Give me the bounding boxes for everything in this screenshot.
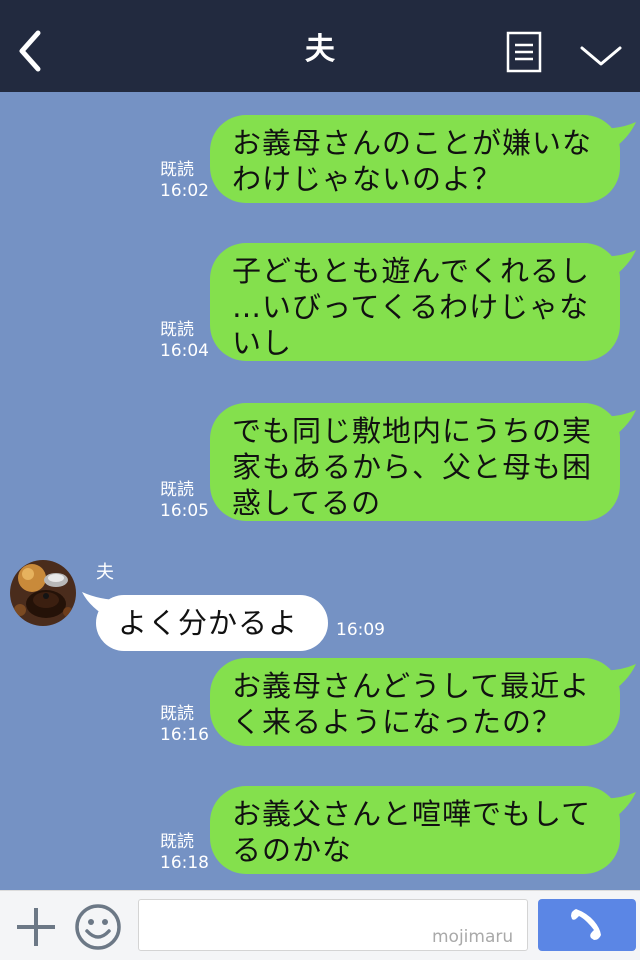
read-label: 既読 (160, 160, 194, 180)
read-receipt: 既読 16:05 (160, 480, 209, 522)
read-receipt: 既読 16:16 (160, 704, 209, 746)
sender-name: 夫 (96, 562, 114, 583)
read-receipt: 既読 16:02 (160, 160, 209, 202)
smiley-icon (75, 904, 121, 950)
read-label: 既読 (160, 480, 194, 500)
message-line: るのかな (232, 833, 353, 867)
read-label: 既読 (160, 320, 194, 340)
call-button[interactable] (538, 899, 636, 951)
message-line: お義母さんどうして最近よ (232, 669, 591, 703)
message-time: 16:09 (336, 620, 385, 640)
message-line: 子どもとも遊んでくれるし (232, 254, 590, 288)
read-label: 既読 (160, 832, 194, 852)
message-time: 16:02 (160, 181, 209, 201)
phone-icon (571, 909, 601, 940)
message-time: 16:05 (160, 501, 209, 521)
chat-area[interactable]: 既読 16:02 お義母さんのことが嫌いな わけじゃないのよ？ 既読 16:04… (0, 92, 640, 890)
message-line: お義母さんのことが嫌いな (232, 126, 593, 160)
watermark-text: mojimaru (432, 927, 514, 947)
message-line: よく分かるよ (118, 606, 299, 640)
message-line: いし (232, 326, 293, 360)
menu-button[interactable] (506, 31, 542, 73)
emoji-button[interactable] (74, 903, 122, 951)
message-bubble[interactable]: お義母さんのことが嫌いな わけじゃないのよ？ (210, 115, 620, 203)
input-bar: mojimaru (0, 890, 640, 960)
message-line: …いびってくるわけじゃな (232, 290, 590, 324)
message-bubble[interactable]: よく分かるよ (96, 595, 328, 651)
chat-header: 夫 (0, 0, 640, 92)
message-line: でも同じ敷地内にうちの実 (232, 414, 593, 448)
message-line: お義父さんと喧嘩でもして (232, 797, 592, 831)
contact-avatar[interactable] (10, 560, 76, 626)
read-label: 既読 (160, 704, 194, 724)
message-bubble[interactable]: 子どもとも遊んでくれるし …いびってくるわけじゃな いし (210, 243, 620, 361)
food-photo-icon (10, 560, 76, 626)
collapse-button[interactable] (578, 40, 624, 70)
message-bubble[interactable]: お義母さんどうして最近よ く来るようになったの？ (210, 658, 620, 746)
message-time: 16:18 (160, 853, 209, 873)
message-bubble[interactable]: お義父さんと喧嘩でもして るのかな (210, 786, 620, 874)
message-line: く来るようになったの？ (232, 705, 563, 739)
message-line: わけじゃないのよ？ (232, 162, 503, 196)
read-receipt: 既読 16:04 (160, 320, 209, 362)
read-receipt: 既読 16:18 (160, 832, 209, 874)
chevron-down-icon (580, 46, 622, 66)
plus-icon (17, 908, 55, 946)
message-bubble[interactable]: でも同じ敷地内にうちの実 家もあるから、父と母も困 惑してるの (210, 403, 620, 521)
message-line: 家もあるから、父と母も困 (232, 450, 593, 484)
message-line: 惑してるの (232, 486, 382, 520)
message-time: 16:04 (160, 341, 209, 361)
add-button[interactable] (14, 905, 58, 949)
document-menu-icon (506, 31, 542, 73)
chat-title: 夫 (305, 32, 335, 67)
message-time: 16:16 (160, 725, 209, 745)
